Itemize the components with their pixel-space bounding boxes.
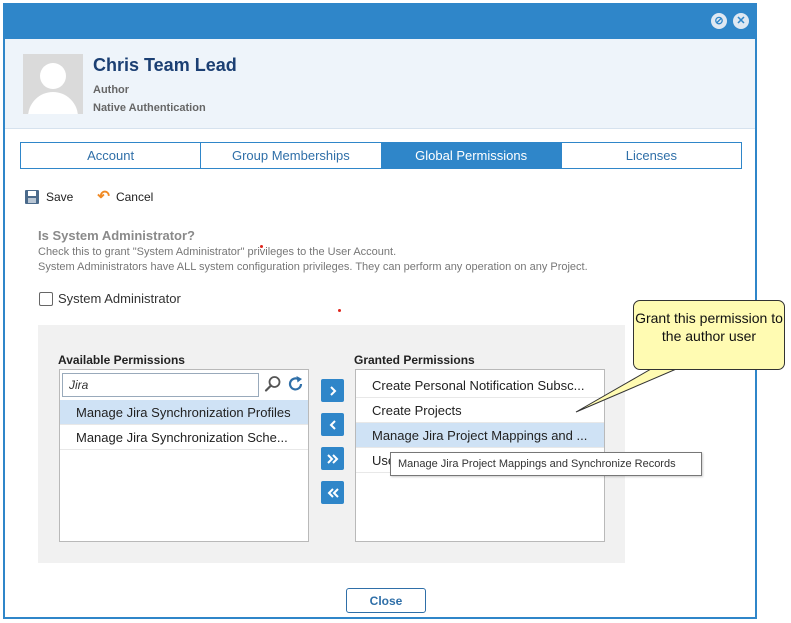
tab-account[interactable]: Account [21,143,202,168]
available-permissions-label: Available Permissions [58,353,185,367]
chevron-right-icon [329,385,336,396]
tab-global-permissions[interactable]: Global Permissions [381,143,562,168]
sysadmin-description-detail: System Administrators have ALL system co… [38,261,588,273]
user-name: Chris Team Lead [93,55,237,75]
annotation-callout: Grant this permission to the author user [633,300,785,370]
sysadmin-heading: Is System Administrator? [38,228,196,243]
undo-arrow-icon: ↶ [97,188,110,205]
move-left-button[interactable] [321,413,344,436]
tab-licenses[interactable]: Licenses [562,143,741,168]
avatar [23,54,83,114]
permission-tooltip: Manage Jira Project Mappings and Synchro… [390,452,702,476]
sysadmin-checkbox-row[interactable]: System Administrator [39,291,181,306]
dialog-titlebar: ⊘ ✕ [5,5,755,39]
move-right-button[interactable] [321,379,344,402]
magnifier-icon[interactable] [264,375,282,393]
red-marker-dot [260,245,263,248]
sysadmin-description: Check this to grant "System Administrato… [38,246,397,258]
tab-group-memberships[interactable]: Group Memberships [201,143,382,168]
sysadmin-checkbox-label: System Administrator [58,291,181,306]
user-auth-type: Native Authentication [93,102,206,114]
granted-permissions-label: Granted Permissions [354,353,475,367]
cancel-button[interactable]: ↶ Cancel [97,188,154,205]
refresh-icon[interactable] [287,375,305,393]
floppy-disk-icon [25,190,39,204]
sysadmin-checkbox[interactable] [39,291,53,306]
transfer-buttons [321,379,345,515]
permission-search-input[interactable] [62,373,259,397]
move-all-right-button[interactable] [321,447,344,470]
list-item[interactable]: Create Projects [356,398,604,423]
cancel-label: Cancel [115,190,154,204]
double-chevron-left-icon [327,487,339,498]
tab-bar: Account Group Memberships Global Permiss… [20,142,742,169]
user-role: Author [93,84,130,96]
save-button[interactable]: Save [25,190,73,204]
close-button[interactable]: Close [346,588,426,613]
permissions-panel: Available Permissions Granted Permission… [38,325,625,563]
list-item[interactable]: Create Personal Notification Subsc... [356,373,604,398]
double-chevron-right-icon [326,453,338,464]
list-item[interactable]: Manage Jira Synchronization Sche... [60,425,308,450]
list-item[interactable]: Manage Jira Project Mappings and ... [356,423,604,448]
list-item[interactable]: Manage Jira Synchronization Profiles [60,400,308,425]
available-permissions-list: Manage Jira Synchronization Profiles Man… [59,369,309,542]
close-icon[interactable]: ✕ [733,13,749,29]
red-marker-dot [338,309,341,312]
move-all-left-button[interactable] [321,481,344,504]
user-header: Chris Team Lead Author Native Authentica… [5,39,755,129]
toolbar: Save ↶ Cancel [25,188,177,206]
save-label: Save [46,190,74,204]
collapse-icon[interactable]: ⊘ [711,13,727,29]
chevron-left-icon [329,419,336,430]
